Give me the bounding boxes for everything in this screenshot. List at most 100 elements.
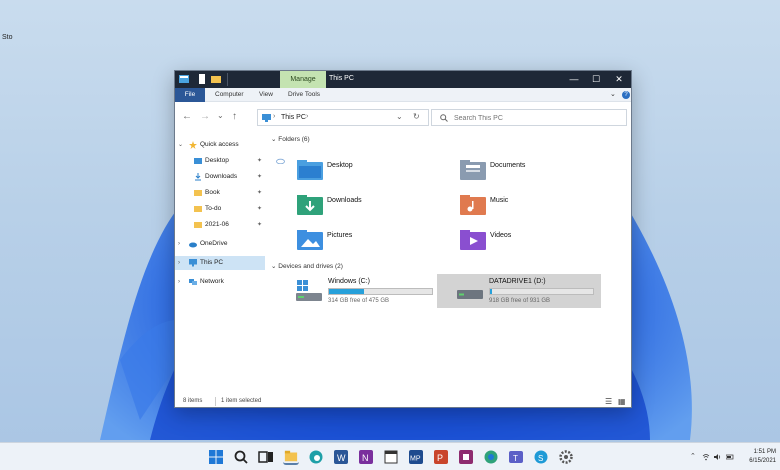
monitor-icon <box>262 114 271 122</box>
documents-folder-icon <box>460 160 486 180</box>
pictures-folder-icon <box>297 230 323 250</box>
wifi-icon[interactable] <box>702 453 710 461</box>
powerpoint-icon[interactable]: P <box>433 449 449 465</box>
edge-icon[interactable] <box>308 449 324 465</box>
folder-tile-desktop[interactable]: Desktop <box>297 156 457 186</box>
folder-icon[interactable] <box>211 74 221 84</box>
devices-header-label: Devices and drives (2) <box>278 263 343 270</box>
folder-tile-videos[interactable]: Videos <box>460 226 620 256</box>
sidebar-item-onedrive[interactable]: › OneDrive <box>175 237 265 251</box>
sidebar-item-to-do[interactable]: To-do ✦ <box>175 202 265 216</box>
search-icon[interactable] <box>233 449 249 465</box>
volume-icon[interactable] <box>714 453 722 461</box>
ribbon-tabs: File Computer View Drive Tools ⌄ ? <box>175 88 631 102</box>
sidebar-item-label: Network <box>200 278 224 285</box>
folder-tile-music[interactable]: Music <box>460 191 620 221</box>
help-icon[interactable]: ? <box>622 91 630 99</box>
pin-icon[interactable]: ✦ <box>257 218 262 232</box>
details-view-icon[interactable]: ☰ <box>605 395 612 408</box>
chevron-down-icon[interactable]: ⌄ <box>610 88 616 102</box>
title-bar[interactable]: Manage This PC — ☐ ✕ <box>175 71 631 88</box>
sidebar-item-quick-access[interactable]: ⌄ Quick access <box>175 138 265 152</box>
refresh-icon[interactable]: ↻ <box>413 112 420 121</box>
tiles-view-icon[interactable]: ▦ <box>618 395 626 408</box>
drive-name: Windows (C:) <box>328 278 371 285</box>
folders-section-header[interactable]: ⌄ Folders (6) <box>271 135 631 143</box>
sidebar-item-this-pc[interactable]: › This PC <box>175 256 265 270</box>
breadcrumb-chevron-icon[interactable]: › <box>306 113 308 120</box>
svg-text:P: P <box>437 453 443 463</box>
folder-icon <box>194 206 202 212</box>
pin-icon[interactable]: ✦ <box>257 170 262 184</box>
drive-usage-bar <box>489 288 594 295</box>
media-app-icon[interactable] <box>458 449 474 465</box>
manage-tab[interactable]: Manage <box>280 71 326 88</box>
forward-button[interactable]: → <box>200 111 210 122</box>
calendar-icon[interactable] <box>383 449 399 465</box>
onenote-icon[interactable]: N <box>358 449 374 465</box>
star-icon <box>189 141 197 149</box>
start-icon[interactable] <box>208 449 224 465</box>
chevron-right-icon[interactable]: › <box>178 275 180 289</box>
search-box[interactable] <box>431 109 627 126</box>
task-view-icon[interactable] <box>258 449 274 465</box>
address-bar[interactable]: › This PC › ⌄ ↻ <box>257 109 429 126</box>
globe-app-icon[interactable] <box>483 449 499 465</box>
chevron-down-icon[interactable]: ⌄ <box>178 138 183 152</box>
folder-tile-downloads[interactable]: Downloads <box>297 191 457 221</box>
address-path: This PC <box>281 114 306 121</box>
sidebar-item-book[interactable]: Book ✦ <box>175 186 265 200</box>
search-input[interactable] <box>454 111 619 125</box>
drive-usage-bar <box>328 288 433 295</box>
file-explorer-icon[interactable] <box>283 449 299 465</box>
folder-tile-documents[interactable]: Documents <box>460 156 620 186</box>
folder-label: Desktop <box>327 162 353 169</box>
selection-count: 1 item selected <box>221 398 262 404</box>
chevron-up-icon[interactable]: ⌃ <box>690 452 696 460</box>
up-button[interactable]: ↑ <box>232 111 237 122</box>
skype-icon[interactable]: S <box>533 449 549 465</box>
devices-section-header[interactable]: ⌄ Devices and drives (2) <box>271 262 631 270</box>
tab-file[interactable]: File <box>175 88 205 102</box>
windows-drive-icon <box>296 280 322 301</box>
drive-tile-d[interactable]: DATADRIVE1 (D:) 918 GB free of 931 GB <box>437 274 601 308</box>
tab-view[interactable]: View <box>259 88 273 102</box>
cloud-status-icon <box>276 158 285 164</box>
recent-locations-button[interactable]: ⌄ <box>217 111 224 120</box>
tab-computer[interactable]: Computer <box>215 88 244 102</box>
desktop-icon[interactable]: Sto <box>0 22 16 58</box>
clock-time: 1:51 PM <box>753 449 776 455</box>
settings-icon[interactable] <box>558 449 574 465</box>
chevron-right-icon[interactable]: › <box>178 237 180 251</box>
address-dropdown-icon[interactable]: ⌄ <box>396 112 403 121</box>
drive-tile-c[interactable]: Windows (C:) 314 GB free of 475 GB <box>276 274 438 308</box>
monitor-icon <box>189 259 197 267</box>
chevron-right-icon[interactable]: › <box>178 256 180 270</box>
teams-icon[interactable]: T <box>508 449 524 465</box>
folder-label: Documents <box>490 162 526 169</box>
videos-folder-icon <box>460 230 486 250</box>
mp-app-icon[interactable]: MP <box>408 449 424 465</box>
system-clock[interactable]: 1:51 PM 6/15/2021 <box>738 448 776 466</box>
document-icon[interactable] <box>197 74 207 84</box>
close-button[interactable]: ✕ <box>608 73 630 86</box>
address-row: ← → ⌄ ↑ › This PC › ⌄ ↻ <box>175 102 631 132</box>
tab-drive-tools[interactable]: Drive Tools <box>288 88 320 102</box>
folder-tile-pictures[interactable]: Pictures <box>297 226 457 256</box>
minimize-button[interactable]: — <box>563 73 585 86</box>
sidebar-item-label: Quick access <box>200 141 239 148</box>
sidebar-item-2021-06[interactable]: 2021-06 ✦ <box>175 218 265 232</box>
word-icon[interactable]: W <box>333 449 349 465</box>
maximize-button[interactable]: ☐ <box>585 73 607 86</box>
cloud-icon <box>189 242 197 248</box>
sidebar-item-desktop[interactable]: Desktop ✦ <box>175 154 265 168</box>
battery-icon[interactable] <box>726 453 734 461</box>
status-bar: 8 items 1 item selected ☰ ▦ <box>175 395 631 408</box>
back-button[interactable]: ← <box>182 111 192 122</box>
desktop-icon-label: Sto <box>2 34 13 41</box>
pin-icon[interactable]: ✦ <box>257 154 262 168</box>
pin-icon[interactable]: ✦ <box>257 202 262 216</box>
pin-icon[interactable]: ✦ <box>257 186 262 200</box>
sidebar-item-network[interactable]: › Network <box>175 275 265 289</box>
sidebar-item-downloads[interactable]: Downloads ✦ <box>175 170 265 184</box>
